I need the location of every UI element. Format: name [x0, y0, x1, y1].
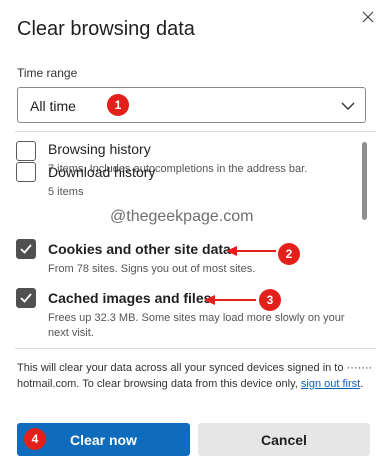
scrollbar-thumb[interactable] — [362, 142, 367, 220]
browsing-history-checkbox[interactable] — [16, 141, 36, 161]
time-range-label: Time range — [17, 66, 78, 80]
annotation-arrow-3 — [204, 295, 256, 305]
option-description: 5 items — [48, 186, 84, 198]
annotation-badge-4: 4 — [24, 428, 46, 450]
dialog-title: Clear browsing data — [17, 18, 195, 40]
sign-out-link[interactable]: sign out first — [301, 378, 360, 390]
option-label: Cached images and files — [48, 290, 212, 306]
option-description: From 78 sites. Signs you out of most sit… — [48, 263, 256, 275]
option-label: Cookies and other site data — [48, 241, 231, 257]
divider — [15, 348, 376, 349]
time-range-select[interactable]: All time — [17, 87, 366, 123]
download-history-checkbox[interactable] — [16, 162, 36, 182]
checkmark-icon — [20, 244, 32, 254]
cancel-button[interactable]: Cancel — [198, 423, 370, 456]
divider — [15, 131, 376, 132]
cached-images-checkbox[interactable] — [16, 288, 36, 308]
sync-notice-text: This will clear your data across all you… — [17, 362, 347, 374]
option-label: Download history — [48, 164, 156, 180]
annotation-badge-1: 1 — [107, 94, 129, 116]
close-icon — [362, 11, 374, 23]
annotation-badge-2: 2 — [278, 243, 300, 265]
close-button[interactable] — [357, 6, 379, 28]
clear-browsing-data-dialog: Clear browsing data Time range All time … — [0, 0, 391, 472]
watermark: @thegeekpage.com — [110, 208, 254, 225]
time-range-value: All time — [30, 98, 76, 114]
cookies-checkbox[interactable] — [16, 239, 36, 259]
annotation-badge-3: 3 — [259, 289, 281, 311]
checkmark-icon — [20, 293, 32, 303]
sync-notice-text: . — [360, 378, 364, 390]
chevron-down-icon — [341, 102, 355, 110]
sync-notice-text: . To clear browsing data from this devic… — [76, 378, 301, 390]
sync-notice: This will clear your data across all you… — [17, 360, 377, 392]
option-label: Browsing history — [48, 141, 151, 157]
annotation-arrow-2 — [226, 246, 276, 256]
option-description: Frees up 32.3 MB. Some sites may load mo… — [48, 312, 345, 339]
